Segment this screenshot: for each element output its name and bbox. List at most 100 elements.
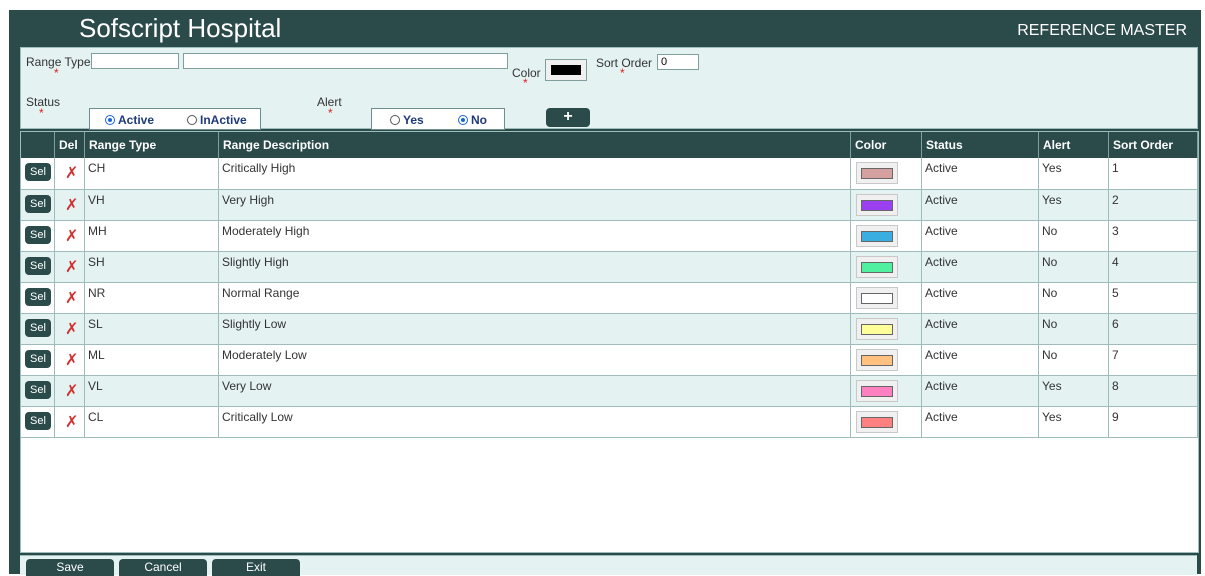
alert-no-radio[interactable]: No xyxy=(458,113,487,127)
table-row[interactable]: Sel ✗ VL Very Low Active Yes 8 xyxy=(21,375,1198,407)
color-cell xyxy=(850,189,922,221)
sort-order-cell: 5 xyxy=(1108,282,1198,314)
select-row-button[interactable]: Sel xyxy=(25,349,51,368)
del-cell: ✗ xyxy=(54,251,85,283)
alert-cell: Yes xyxy=(1038,406,1109,438)
select-row-button[interactable]: Sel xyxy=(25,411,51,430)
color-fill xyxy=(861,323,893,335)
range-description-cell: Moderately Low xyxy=(218,344,851,376)
range-type-cell: CH xyxy=(84,158,219,190)
column-header-color: Color xyxy=(850,132,922,158)
color-swatch xyxy=(856,317,898,340)
del-cell: ✗ xyxy=(54,313,85,345)
table-row[interactable]: Sel ✗ SH Slightly High Active No 4 xyxy=(21,251,1198,283)
color-swatch xyxy=(856,255,898,278)
color-swatch xyxy=(856,162,898,184)
status-cell: Active xyxy=(921,158,1039,190)
select-row-button[interactable]: Sel xyxy=(25,163,51,181)
alert-cell: No xyxy=(1038,220,1109,252)
table-row[interactable]: Sel ✗ ML Moderately Low Active No 7 xyxy=(21,344,1198,376)
sel-cell: Sel xyxy=(21,375,55,407)
save-button[interactable]: Save xyxy=(26,559,114,576)
color-cell xyxy=(850,251,922,283)
required-mark: * xyxy=(620,66,625,80)
delete-icon[interactable]: ✗ xyxy=(65,350,78,370)
color-fill xyxy=(861,292,893,304)
status-active-radio[interactable]: Active xyxy=(105,113,154,127)
status-radio-group: Active InActive xyxy=(89,108,261,130)
delete-icon[interactable]: ✗ xyxy=(65,226,78,246)
column-header-sel xyxy=(21,132,55,158)
table-row[interactable]: Sel ✗ VH Very High Active Yes 2 xyxy=(21,189,1198,221)
range-type-input[interactable] xyxy=(91,53,179,69)
sel-cell: Sel xyxy=(21,313,55,345)
select-row-button[interactable]: Sel xyxy=(25,194,51,213)
table-row[interactable]: Sel ✗ NR Normal Range Active No 5 xyxy=(21,282,1198,314)
range-description-cell: Slightly Low xyxy=(218,313,851,345)
alert-cell: No xyxy=(1038,313,1109,345)
status-cell: Active xyxy=(921,220,1039,252)
radio-selected-icon xyxy=(105,115,115,125)
delete-icon[interactable]: ✗ xyxy=(65,412,78,432)
sort-order-cell: 1 xyxy=(1108,158,1198,190)
select-row-button[interactable]: Sel xyxy=(25,318,51,337)
column-header-range-description: Range Description xyxy=(218,132,851,158)
color-fill xyxy=(861,261,893,273)
table-row[interactable]: Sel ✗ CL Critically Low Active Yes 9 xyxy=(21,406,1198,438)
delete-icon[interactable]: ✗ xyxy=(65,381,78,401)
range-type-cell: NR xyxy=(84,282,219,314)
cancel-button[interactable]: Cancel xyxy=(119,559,207,576)
hospital-title: Sofscript Hospital xyxy=(79,13,282,43)
select-row-button[interactable]: Sel xyxy=(25,225,51,244)
color-fill xyxy=(861,354,893,366)
color-swatch xyxy=(856,193,898,216)
radio-empty-icon xyxy=(390,115,400,125)
range-description-input[interactable] xyxy=(183,53,508,69)
range-grid: Del Range Type Range Description Color S… xyxy=(20,131,1199,553)
del-cell: ✗ xyxy=(54,406,85,438)
del-cell: ✗ xyxy=(54,344,85,376)
delete-icon[interactable]: ✗ xyxy=(65,288,78,308)
sel-cell: Sel xyxy=(21,344,55,376)
table-row[interactable]: Sel ✗ CH Critically High Active Yes 1 xyxy=(21,158,1198,190)
color-fill xyxy=(861,385,893,397)
alert-yes-radio[interactable]: Yes xyxy=(390,113,424,127)
app-frame: Sofscript Hospital REFERENCE MASTER Rang… xyxy=(9,10,1201,576)
status-inactive-radio[interactable]: InActive xyxy=(187,113,247,127)
select-row-button[interactable]: Sel xyxy=(25,380,51,399)
delete-icon[interactable]: ✗ xyxy=(65,257,78,277)
exit-button[interactable]: Exit xyxy=(212,559,300,576)
range-type-cell: VL xyxy=(84,375,219,407)
sort-order-cell: 8 xyxy=(1108,375,1198,407)
sort-order-input[interactable] xyxy=(657,54,699,70)
color-swatch xyxy=(856,410,898,433)
delete-icon[interactable]: ✗ xyxy=(65,319,78,339)
sort-order-cell: 6 xyxy=(1108,313,1198,345)
select-row-button[interactable]: Sel xyxy=(25,256,51,275)
range-description-cell: Very High xyxy=(218,189,851,221)
alert-cell: Yes xyxy=(1038,375,1109,407)
delete-icon[interactable]: ✗ xyxy=(65,163,78,183)
color-fill xyxy=(861,168,893,179)
sel-cell: Sel xyxy=(21,220,55,252)
table-row[interactable]: Sel ✗ SL Slightly Low Active No 6 xyxy=(21,313,1198,345)
range-type-cell: CL xyxy=(84,406,219,438)
delete-icon[interactable]: ✗ xyxy=(65,195,78,215)
column-header-alert: Alert xyxy=(1038,132,1109,158)
alert-cell: No xyxy=(1038,251,1109,283)
select-row-button[interactable]: Sel xyxy=(25,287,51,306)
color-picker[interactable] xyxy=(545,59,587,81)
del-cell: ✗ xyxy=(54,220,85,252)
color-cell xyxy=(850,313,922,345)
range-type-cell: VH xyxy=(84,189,219,221)
del-cell: ✗ xyxy=(54,158,85,190)
color-cell xyxy=(850,344,922,376)
color-fill xyxy=(861,416,893,428)
status-cell: Active xyxy=(921,344,1039,376)
status-cell: Active xyxy=(921,251,1039,283)
del-cell: ✗ xyxy=(54,375,85,407)
table-row[interactable]: Sel ✗ MH Moderately High Active No 3 xyxy=(21,220,1198,252)
radio-selected-icon xyxy=(458,115,468,125)
alert-cell: Yes xyxy=(1038,158,1109,190)
add-button[interactable]: + xyxy=(546,108,590,127)
